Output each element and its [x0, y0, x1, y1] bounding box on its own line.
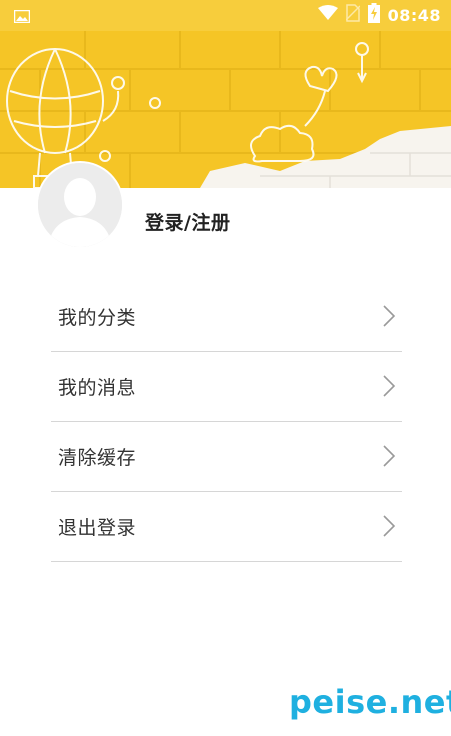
menu-item-label: 清除缓存: [58, 447, 137, 469]
menu-item-my-categories[interactable]: 我的分类: [51, 282, 402, 352]
menu-item-label: 我的消息: [58, 377, 137, 399]
status-bar: 08:48: [0, 0, 451, 31]
status-time: 08:48: [387, 5, 441, 25]
login-register-link[interactable]: 登录/注册: [145, 208, 230, 235]
chevron-right-icon: [382, 514, 396, 538]
image-icon: [13, 8, 31, 24]
chevron-right-icon: [382, 304, 396, 328]
battery-charging-icon: [367, 3, 380, 27]
status-icons: 08:48: [317, 3, 441, 27]
avatar[interactable]: [38, 163, 122, 247]
chevron-right-icon: [382, 444, 396, 468]
wifi-icon: [317, 5, 338, 25]
menu-item-my-messages[interactable]: 我的消息: [51, 352, 402, 422]
menu-item-logout[interactable]: 退出登录: [51, 492, 402, 562]
no-sim-icon: [345, 4, 361, 26]
chevron-right-icon: [382, 374, 396, 398]
default-avatar-icon: [38, 163, 122, 247]
menu-item-clear-cache[interactable]: 清除缓存: [51, 422, 402, 492]
watermark-text: peise.net: [289, 683, 451, 721]
menu-item-label: 退出登录: [58, 517, 137, 539]
settings-menu: 我的分类 我的消息 清除缓存 退出登录: [51, 282, 402, 562]
menu-item-label: 我的分类: [58, 307, 137, 329]
